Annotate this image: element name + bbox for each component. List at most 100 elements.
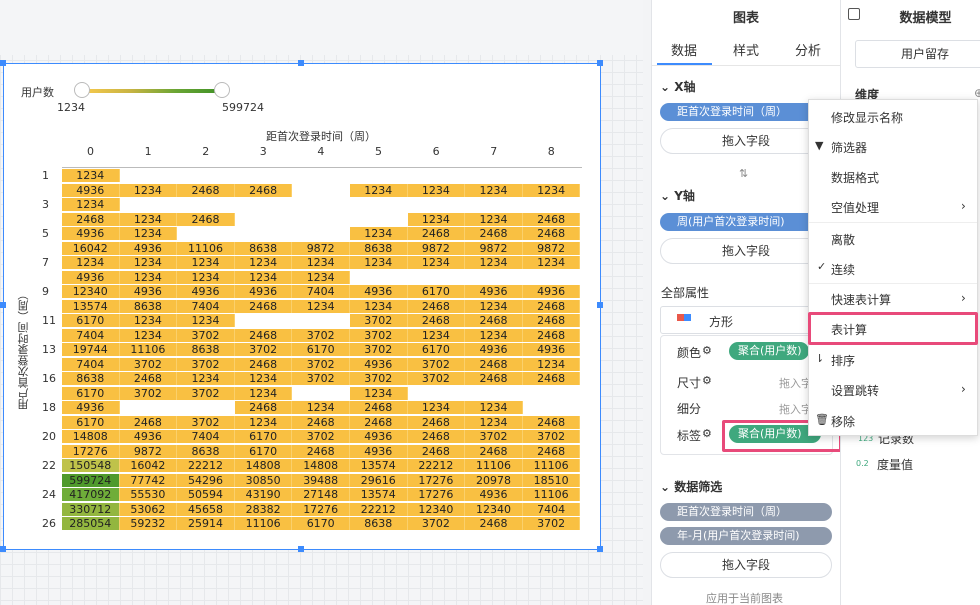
heatmap-cell[interactable]: 1234 [62, 169, 120, 182]
heatmap-cell[interactable]: 150548 [62, 459, 120, 472]
heatmap-cell[interactable]: 11106 [465, 459, 523, 472]
heatmap-cell[interactable]: 1234 [177, 314, 235, 327]
resize-handle-bl[interactable] [0, 546, 6, 552]
heatmap-cell[interactable]: 8638 [177, 444, 235, 458]
heatmap-cell[interactable]: 2468 [350, 401, 408, 414]
data-filter-section-title[interactable]: ⌄ 数据筛选 [660, 478, 722, 495]
heatmap-cell[interactable]: 1234 [234, 270, 293, 284]
heatmap-cell[interactable]: 11106 [177, 241, 235, 255]
heatmap-cell[interactable]: 4936 [465, 343, 523, 356]
heatmap-cell[interactable]: 3702 [234, 343, 293, 356]
heatmap-cell[interactable]: 2468 [292, 415, 350, 429]
heatmap-cell[interactable]: 330712 [62, 502, 120, 516]
heatmap-cell[interactable]: 2468 [522, 299, 581, 313]
heatmap-cell[interactable]: 14808 [234, 459, 293, 472]
heatmap-cell[interactable]: 417092 [62, 488, 120, 501]
resize-handle-r[interactable] [597, 302, 603, 308]
heatmap-cell[interactable]: 4936 [522, 285, 581, 298]
menu-null-handling[interactable]: 空值处理 [831, 199, 879, 216]
heatmap-cell[interactable]: 55530 [119, 488, 178, 501]
heatmap-cell[interactable]: 77742 [119, 473, 178, 487]
heatmap-cell[interactable]: 1234 [62, 256, 120, 269]
heatmap-cell[interactable]: 2468 [350, 415, 408, 429]
heatmap-cell[interactable]: 1234 [119, 183, 178, 197]
heatmap-cell[interactable]: 1234 [119, 212, 178, 226]
heatmap-cell[interactable]: 20978 [465, 473, 523, 487]
heatmap-cell[interactable]: 1234 [119, 314, 178, 327]
heatmap-cell[interactable]: 17276 [407, 488, 466, 501]
heatmap-cell[interactable]: 2468 [522, 212, 581, 226]
heatmap-cell[interactable]: 4936 [522, 343, 581, 356]
heatmap-cell[interactable]: 3702 [177, 357, 235, 371]
heatmap-cell[interactable]: 3702 [522, 430, 581, 443]
apply-to-chart-link[interactable]: 应用于当前图表 [706, 590, 783, 605]
heatmap-cell[interactable]: 2468 [119, 415, 178, 429]
heatmap-cell[interactable]: 4936 [62, 401, 120, 414]
heatmap-cell[interactable]: 3702 [465, 430, 523, 443]
heatmap-cell[interactable]: 3702 [407, 517, 466, 530]
heatmap-cell[interactable]: 1234 [407, 183, 466, 197]
measure-field[interactable]: 度量值 [877, 456, 913, 473]
menu-rename[interactable]: 修改显示名称 [831, 109, 903, 126]
heatmap-cell[interactable]: 1234 [465, 328, 523, 342]
heatmap-cell[interactable]: 1234 [234, 415, 293, 429]
heatmap-cell[interactable]: 2468 [407, 430, 466, 443]
heatmap-cell[interactable]: 4936 [177, 285, 235, 298]
heatmap-cell[interactable]: 2468 [407, 314, 466, 327]
heatmap-cell[interactable]: 54296 [177, 473, 235, 487]
resize-handle-tl[interactable] [0, 60, 6, 66]
heatmap-cell[interactable]: 2468 [234, 299, 293, 313]
heatmap-cell[interactable]: 25914 [177, 517, 235, 530]
filter-field-1[interactable]: 距首次登录时间（周） [660, 503, 832, 521]
heatmap-cell[interactable]: 1234 [119, 227, 178, 240]
heatmap-cell[interactable]: 9872 [465, 241, 523, 255]
heatmap-cell[interactable]: 2468 [407, 415, 466, 429]
heatmap-cell[interactable]: 1234 [177, 256, 235, 269]
tab-data[interactable]: 数据 [671, 40, 697, 59]
heatmap-cell[interactable]: 12340 [407, 502, 466, 516]
heatmap-cell[interactable]: 1234 [465, 401, 523, 414]
heatmap-cell[interactable]: 1234 [292, 270, 350, 284]
heatmap-cell[interactable]: 9872 [119, 444, 178, 458]
heatmap-cell[interactable]: 4936 [62, 183, 120, 197]
color-field-pill[interactable]: 聚合(用户数) [729, 342, 809, 360]
heatmap-cell[interactable]: 2468 [62, 212, 120, 226]
x-axis-drop-zone[interactable]: 拖入字段 [660, 128, 832, 154]
menu-sort[interactable]: 排序 [831, 352, 855, 369]
filter-field-2[interactable]: 年-月(用户首次登录时间) [660, 527, 832, 545]
heatmap-cell[interactable]: 1234 [234, 256, 293, 269]
heatmap-cell[interactable]: 3702 [177, 328, 235, 342]
heatmap-cell[interactable]: 1234 [465, 299, 523, 313]
heatmap-cell[interactable]: 4936 [465, 488, 523, 501]
heatmap-cell[interactable]: 6170 [62, 386, 120, 400]
heatmap-cell[interactable]: 53062 [119, 502, 178, 516]
heatmap-cell[interactable]: 50594 [177, 488, 235, 501]
heatmap-cell[interactable]: 3702 [119, 357, 178, 371]
heatmap-cell[interactable]: 1234 [177, 372, 235, 385]
heatmap-cell[interactable]: 1234 [350, 227, 408, 240]
heatmap-cell[interactable]: 7404 [62, 328, 120, 342]
legend-max-handle[interactable] [214, 82, 230, 98]
chart-card[interactable]: 用户数 1234 599724 距首次登录时间（周） 012345678 用户首… [0, 60, 603, 552]
heatmap-cell[interactable]: 3702 [407, 372, 466, 385]
heatmap-cell[interactable]: 1234 [119, 256, 178, 269]
heatmap-cell[interactable]: 1234 [292, 299, 350, 313]
heatmap-cell[interactable]: 7404 [177, 299, 235, 313]
heatmap-cell[interactable]: 2468 [407, 227, 466, 240]
heatmap-cell[interactable]: 28382 [234, 502, 293, 516]
heatmap-cell[interactable]: 3702 [292, 328, 350, 342]
menu-filter[interactable]: 筛选器 [831, 139, 867, 156]
heatmap-cell[interactable]: 4936 [350, 357, 408, 371]
filter-drop-zone[interactable]: 拖入字段 [660, 552, 832, 578]
heatmap-cell[interactable]: 1234 [465, 256, 523, 269]
heatmap-cell[interactable]: 3702 [350, 372, 408, 385]
heatmap-cell[interactable]: 2468 [522, 314, 581, 327]
heatmap-cell[interactable]: 3702 [292, 372, 350, 385]
heatmap-cell[interactable]: 2468 [465, 227, 523, 240]
heatmap-cell[interactable]: 2468 [234, 183, 293, 197]
heatmap-cell[interactable]: 2468 [234, 401, 293, 414]
heatmap-cell[interactable]: 6170 [62, 415, 120, 429]
heatmap-cell[interactable]: 3702 [350, 343, 408, 356]
resize-handle-br[interactable] [597, 546, 603, 552]
heatmap-cell[interactable]: 13574 [62, 299, 120, 313]
